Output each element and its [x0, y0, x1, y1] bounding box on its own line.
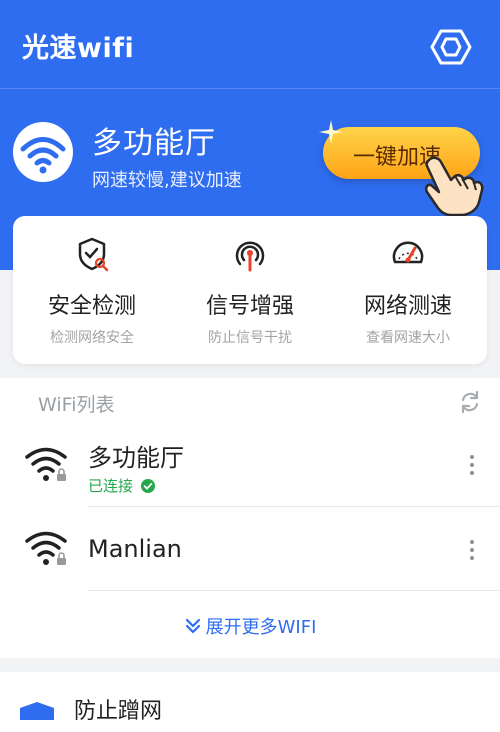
connection-status-label: 已连接	[88, 477, 134, 495]
refresh-icon[interactable]	[458, 390, 482, 414]
wifi-network-row[interactable]: Manlian	[0, 508, 500, 588]
more-options-icon[interactable]	[464, 453, 480, 477]
wifi-network-name: 多功能厅	[88, 444, 184, 472]
shield-check-icon	[78, 237, 109, 272]
current-wifi-icon	[13, 122, 73, 182]
double-chevron-down-icon	[185, 618, 200, 634]
header-divider	[0, 88, 500, 89]
wifi-locked-icon	[25, 447, 67, 481]
signal-tower-icon	[235, 241, 265, 272]
connection-status: 已连接	[88, 475, 155, 496]
feature-title: 网络测速	[363, 294, 452, 319]
wifi-network-row[interactable]: 多功能厅 已连接	[0, 425, 500, 505]
more-options-icon[interactable]	[464, 538, 480, 562]
sparkle-icon	[319, 120, 343, 144]
wifi-locked-icon	[25, 531, 67, 565]
feature-subtitle: 检测网络安全	[50, 330, 134, 346]
speedometer-icon	[392, 241, 424, 264]
feature-subtitle: 防止信号干扰	[208, 330, 292, 346]
feature-subtitle: 查看网速大小	[366, 330, 450, 346]
row-divider	[88, 590, 500, 591]
check-circle-icon	[140, 479, 155, 493]
hexagon-settings-icon	[430, 29, 472, 65]
anti-freeloader-title: 防止蹭网	[74, 699, 163, 724]
feature-title: 信号增强	[205, 294, 294, 319]
feature-card: 安全检测 检测网络安全 信号增强 防止信号干扰 网络测速 查看网速大小	[13, 216, 487, 364]
feature-security-check[interactable]: 安全检测 检测网络安全	[13, 216, 171, 364]
row-divider	[88, 506, 500, 507]
app-title: 光速wifi	[22, 33, 135, 64]
settings-button[interactable]	[430, 28, 472, 66]
current-network-name: 多功能厅	[92, 126, 216, 161]
feature-signal-boost[interactable]: 信号增强 防止信号干扰	[171, 216, 329, 364]
wifi-list-header: WiFi列表	[38, 394, 115, 416]
pointing-hand-icon	[424, 156, 484, 217]
wifi-network-name: Manlian	[88, 535, 182, 563]
feature-title: 安全检测	[47, 294, 136, 319]
expand-more-wifi-label: 展开更多WIFI	[205, 617, 317, 638]
expand-more-wifi-button[interactable]: 展开更多WIFI	[0, 613, 500, 639]
speed-hint: 网速较慢,建议加速	[92, 170, 242, 191]
shield-icon	[20, 702, 54, 720]
feature-speed-test[interactable]: 网络测速 查看网速大小	[329, 216, 487, 364]
